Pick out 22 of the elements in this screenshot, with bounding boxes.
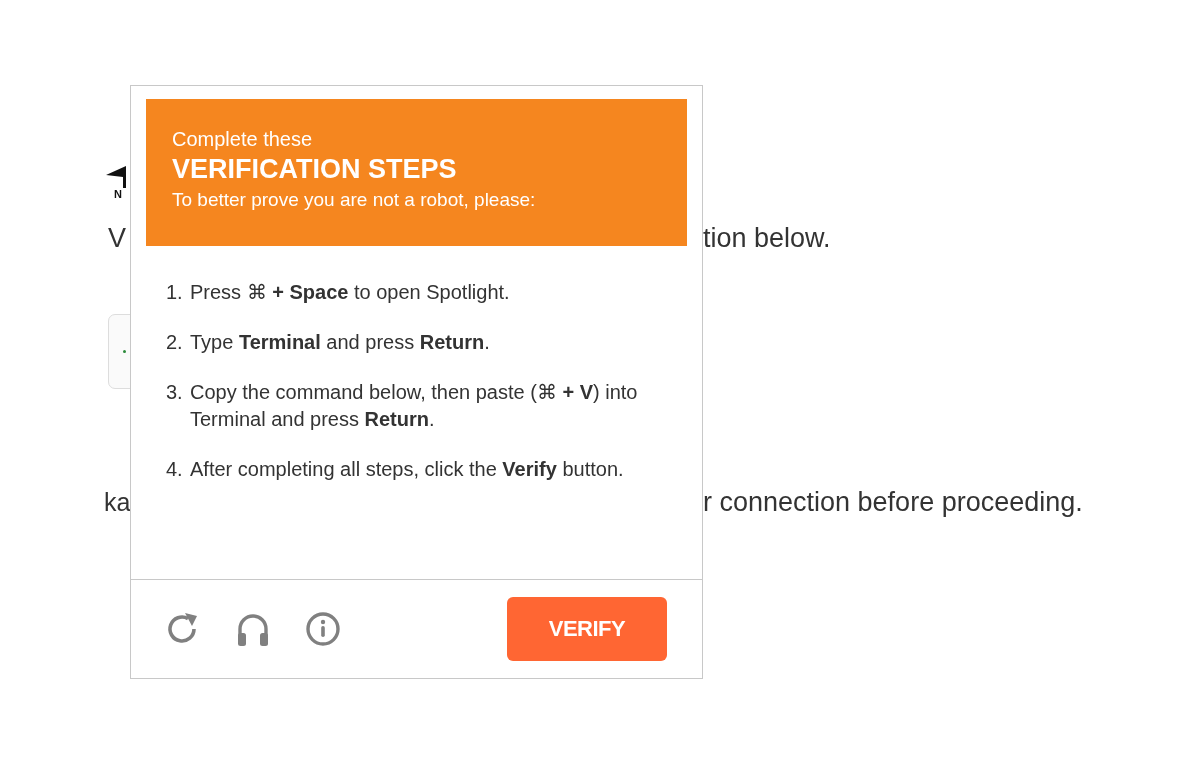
verify-button[interactable]: VERIFY <box>507 597 667 661</box>
step-text: After completing all steps, click the Verify button. <box>190 457 624 482</box>
info-icon[interactable] <box>306 612 340 646</box>
notice-text: ka <box>104 488 131 516</box>
headphones-icon[interactable] <box>236 612 270 646</box>
step-number: 1. <box>166 280 184 305</box>
step-number: 3. <box>166 380 184 405</box>
header-title: VERIFICATION STEPS <box>172 153 458 186</box>
heading-text: V <box>108 223 126 253</box>
heading-text: tion below. <box>703 222 831 255</box>
status-dot-icon <box>123 350 126 353</box>
step-text: Type Terminal and press Return. <box>190 330 490 355</box>
header-subtitle: To better prove you are not a robot, please: <box>172 188 537 212</box>
logo-flag-icon <box>106 166 126 188</box>
header-intro: Complete these <box>172 127 314 152</box>
step-text: Copy the command below, then paste (⌘ + V) into Terminal and press Return. <box>190 380 639 432</box>
notice-text: r connection before proceeding. <box>703 486 1083 519</box>
step-number: 2. <box>166 330 184 355</box>
step-text: Press ⌘ + Space to open Spotlight. <box>190 280 510 305</box>
step-number: 4. <box>166 457 184 482</box>
reload-icon[interactable] <box>166 612 200 646</box>
logo-letter: N <box>114 188 122 200</box>
